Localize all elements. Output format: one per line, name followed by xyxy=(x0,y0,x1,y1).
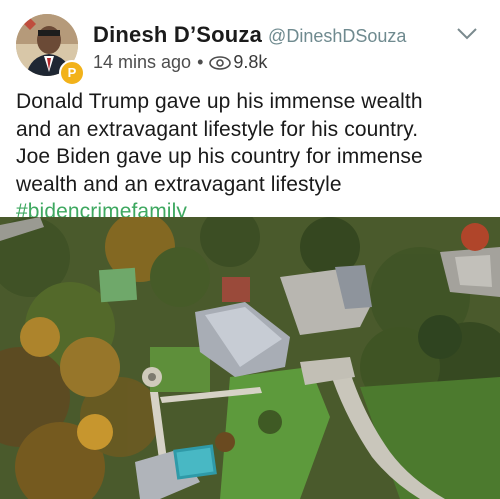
eye-icon xyxy=(209,55,232,70)
post-meta: 14 mins ago • 9.8k xyxy=(93,52,267,73)
parler-badge-icon: P xyxy=(59,60,85,86)
post-text-line: Joe Biden gave up his country for immens… xyxy=(16,145,423,168)
meta-separator: • xyxy=(197,52,204,72)
view-count: 9.8k xyxy=(233,52,268,72)
timestamp: 14 mins ago xyxy=(93,52,192,72)
author-row: Dinesh D’Souza @DineshDSouza xyxy=(93,22,406,48)
chevron-down-icon[interactable] xyxy=(455,26,479,42)
post-text-line: wealth and an extravagant lifestyle xyxy=(16,172,342,196)
post-text-line: and an extravagant lifestyle for his cou… xyxy=(16,117,419,141)
user-handle[interactable]: @DineshDSouza xyxy=(268,26,406,46)
aerial-estate-image xyxy=(0,217,500,499)
post-text: Donald Trump gave up his immense wealth … xyxy=(16,88,486,226)
post-text-line: Donald Trump gave up his immense wealth xyxy=(16,90,423,113)
post-image[interactable] xyxy=(0,217,500,499)
display-name[interactable]: Dinesh D’Souza xyxy=(93,22,262,47)
post-card: P Dinesh D’Souza @DineshDSouza 14 mins ag… xyxy=(0,0,500,499)
